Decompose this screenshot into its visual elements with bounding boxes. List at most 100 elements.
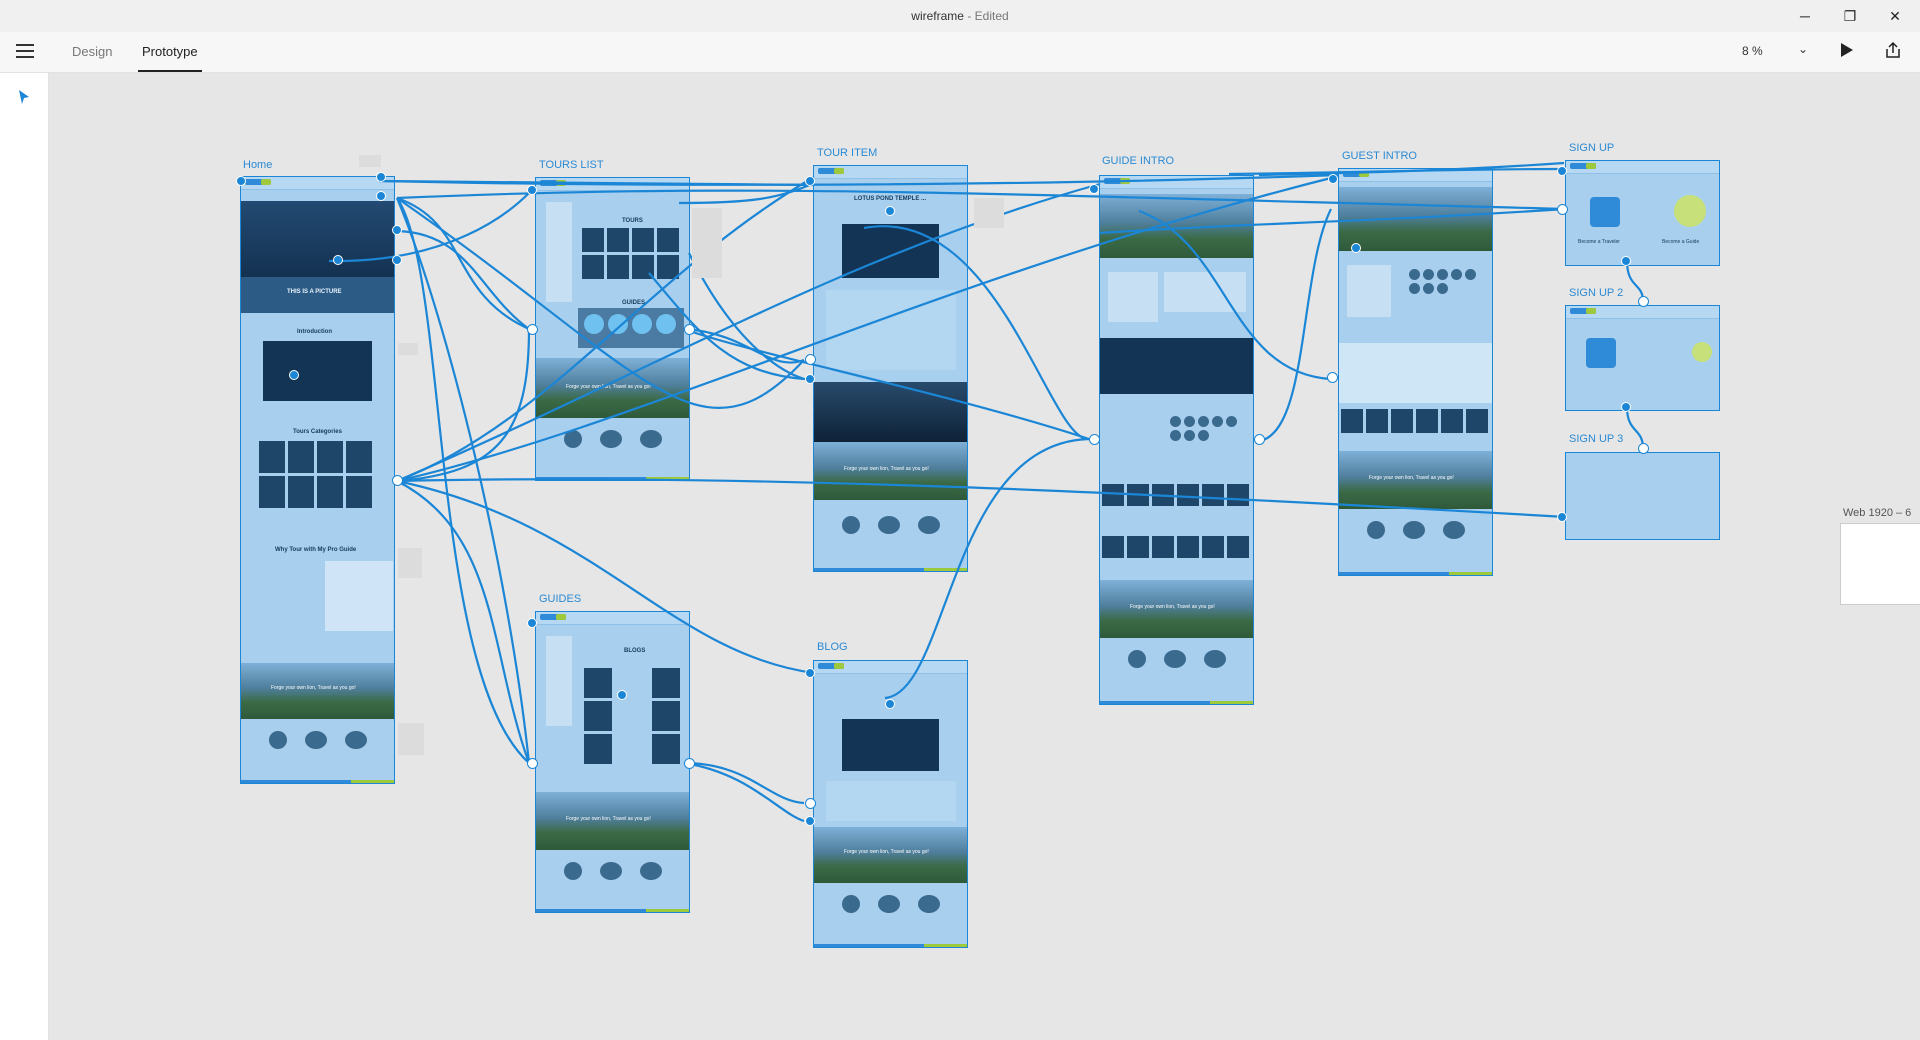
artboard-guides[interactable]: BLOGS Forge your own lion, Travel as you… [535,611,690,913]
artboard-label-guest-intro[interactable]: GUEST INTRO [1342,150,1417,162]
artboard-label-blog[interactable]: BLOG [817,641,848,653]
toolbar: Design Prototype 8 % ⌄ [0,32,1920,73]
wire-handle[interactable] [1557,512,1567,522]
hamburger-icon[interactable] [16,44,34,60]
sign-up-guide[interactable]: Become a Guide [1662,239,1699,245]
wire-handle[interactable] [805,668,815,678]
wire-arrow-handle[interactable] [527,758,538,769]
home-intro-heading: Introduction [297,329,332,335]
wire-arrow-handle[interactable] [527,324,538,335]
wire-arrow-handle[interactable] [684,324,695,335]
wire-arrow-handle[interactable] [1327,372,1338,383]
wire-arrow-handle[interactable] [1638,296,1649,307]
artboard-web[interactable] [1840,523,1920,605]
close-button[interactable]: ✕ [1885,6,1905,26]
artboard-label-sign-up-2[interactable]: SIGN UP 2 [1569,287,1623,299]
minimize-button[interactable]: ─ [1795,6,1815,26]
wire-handle[interactable] [617,690,627,700]
wire-arrow-handle[interactable] [1638,443,1649,454]
wire-handle[interactable] [805,176,815,186]
tab-design[interactable]: Design [72,44,112,59]
wire-arrow-handle[interactable] [392,475,403,486]
select-arrow-icon[interactable] [18,89,30,105]
home-headline: THIS IS A PICTURE [287,289,342,295]
wire-handle[interactable] [376,172,386,182]
close-icon: ✕ [1889,7,1901,24]
artboard-label-guide-intro[interactable]: GUIDE INTRO [1102,155,1174,167]
wire-handle[interactable] [1328,174,1338,184]
wire-handle[interactable] [1089,184,1099,194]
wire-arrow-handle[interactable] [1557,204,1568,215]
wire-handle[interactable] [527,618,537,628]
annotation-note [398,548,422,578]
artboard-guest-intro[interactable]: Forge your own lion, Travel as you go! [1338,168,1493,576]
blog-banner: Forge your own lion, Travel as you go! [844,849,929,855]
artboard-label-sign-up[interactable]: SIGN UP [1569,142,1614,154]
zoom-level[interactable]: 8 % [1742,44,1763,58]
wire-handle[interactable] [1557,166,1567,176]
artboard-sign-up-2[interactable] [1565,305,1720,411]
restore-icon: ❐ [1843,7,1857,24]
artboard-label-tour-item[interactable]: TOUR ITEM [817,147,877,159]
wire-handle[interactable] [289,370,299,380]
home-banner: Forge your own lion, Travel as you go! [271,685,356,691]
tab-prototype[interactable]: Prototype [138,44,202,72]
tour-item-banner: Forge your own lion, Travel as you go! [844,466,929,472]
artboard-sign-up-3[interactable] [1565,452,1720,540]
window-title: wireframe - Edited [0,9,1920,23]
artboard-guide-intro[interactable]: Forge your own lion, Travel as you go! [1099,175,1254,705]
wire-handle[interactable] [805,374,815,384]
tour-item-headline: LOTUS POND TEMPLE ... [854,196,927,202]
wire-handle[interactable] [1621,256,1631,266]
guide-intro-banner: Forge your own lion, Travel as you go! [1130,604,1215,610]
wire-handle[interactable] [885,206,895,216]
guides-banner: Forge your own lion, Travel as you go! [566,816,651,822]
artboard-sign-up[interactable]: Become a Traveler Become a Guide [1565,160,1720,266]
wire-handle[interactable] [392,225,402,235]
edited-status: - Edited [963,9,1009,23]
artboard-tours-list[interactable]: TOURS GUIDES Forge your own lion, Travel… [535,177,690,481]
sign-up-traveler[interactable]: Become a Traveler [1578,239,1620,245]
canvas[interactable]: Home TOURS LIST TOUR ITEM GUIDE INTRO GU… [49,73,1920,1040]
artboard-label-tours-list[interactable]: TOURS LIST [539,159,604,171]
artboard-label-web[interactable]: Web 1920 – 6 [1843,507,1911,519]
wire-handle[interactable] [333,255,343,265]
artboard-home[interactable]: THIS IS A PICTURE Introduction Tours Cat… [240,176,395,784]
tours-list-banner: Forge your own lion, Travel as you go! [566,384,651,390]
artboard-label-home[interactable]: Home [243,159,272,171]
wire-arrow-handle[interactable] [805,354,816,365]
chevron-down-icon[interactable]: ⌄ [1798,42,1808,56]
annotation-note [359,155,381,167]
wire-handle[interactable] [1351,243,1361,253]
wire-handle[interactable] [527,185,537,195]
annotation-note [692,208,722,278]
tours-list-guides-heading: GUIDES [622,300,646,306]
wire-handle[interactable] [392,255,402,265]
home-why-heading: Why Tour with My Pro Guide [275,547,357,553]
guides-heading: BLOGS [624,648,646,654]
wire-arrow-handle[interactable] [805,798,816,809]
document-name: wireframe [911,9,964,23]
annotation-note [974,198,1004,228]
tours-list-heading: TOURS [622,218,643,224]
play-icon[interactable] [1840,42,1854,58]
guest-intro-banner: Forge your own lion, Travel as you go! [1369,475,1454,481]
wire-arrow-handle[interactable] [684,758,695,769]
share-icon[interactable] [1884,41,1902,59]
artboard-label-guides[interactable]: GUIDES [539,593,581,605]
annotation-note [398,723,424,755]
wire-arrow-handle[interactable] [1254,434,1265,445]
wire-handle[interactable] [1621,402,1631,412]
wire-arrow-handle[interactable] [1089,434,1100,445]
minimize-icon: ─ [1800,8,1810,24]
wire-handle[interactable] [376,191,386,201]
artboard-tour-item[interactable]: LOTUS POND TEMPLE ... Forge your own lio… [813,165,968,572]
wire-handle[interactable] [805,816,815,826]
artboard-label-sign-up-3[interactable]: SIGN UP 3 [1569,433,1623,445]
wire-handle[interactable] [236,176,246,186]
title-bar: wireframe - Edited ─ ❐ ✕ [0,0,1920,32]
home-categories-heading: Tours Categories [293,429,342,435]
wire-handle[interactable] [885,699,895,709]
restore-button[interactable]: ❐ [1840,6,1860,26]
annotation-note [398,343,418,355]
